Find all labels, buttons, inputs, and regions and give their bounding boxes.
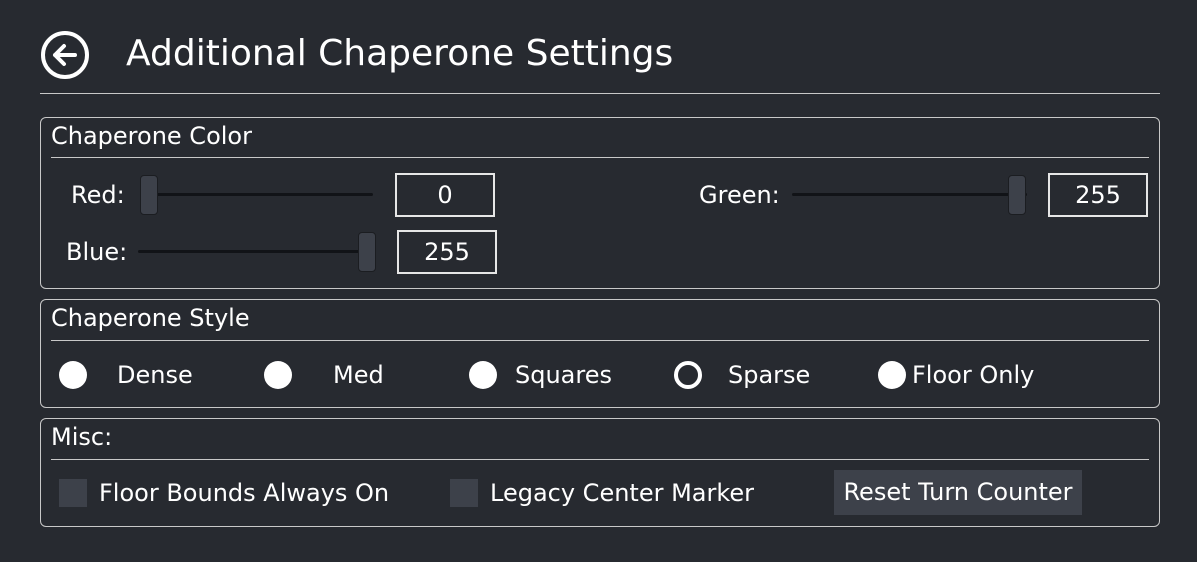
red-label: Red: <box>71 181 125 209</box>
style-option-dense[interactable]: Dense <box>59 360 199 390</box>
style-option-label: Floor Only <box>912 361 1035 389</box>
radio-button[interactable] <box>264 361 292 389</box>
green-slider-track[interactable] <box>792 193 1027 196</box>
radio-button[interactable] <box>674 361 702 389</box>
chaperone-style-group: Chaperone Style Dense Med Squares Sparse… <box>40 299 1160 408</box>
style-option-squares[interactable]: Squares <box>469 360 619 390</box>
style-option-sparse[interactable]: Sparse <box>674 360 814 390</box>
red-value-field[interactable]: 0 <box>395 173 495 217</box>
blue-slider-track[interactable] <box>138 250 374 253</box>
group-divider <box>51 157 1149 158</box>
style-option-label: Dense <box>117 361 193 389</box>
back-button[interactable] <box>40 30 90 80</box>
misc-group: Misc: Floor Bounds Always On Legacy Cent… <box>40 418 1160 527</box>
blue-value-field[interactable]: 255 <box>397 230 497 274</box>
checkbox-box[interactable] <box>59 479 87 507</box>
blue-label: Blue: <box>66 238 128 266</box>
radio-button[interactable] <box>469 361 497 389</box>
style-option-floor-only[interactable]: Floor Only <box>878 360 1038 390</box>
radio-button[interactable] <box>878 361 906 389</box>
header: Additional Chaperone Settings <box>0 0 1197 94</box>
style-option-label: Sparse <box>728 361 811 389</box>
floor-bounds-checkbox[interactable]: Floor Bounds Always On <box>59 478 399 508</box>
chaperone-color-group: Chaperone Color Red: 0 Green: 255 Blue: … <box>40 117 1160 289</box>
misc-title: Misc: <box>51 423 113 451</box>
radio-button[interactable] <box>59 361 87 389</box>
header-divider <box>40 93 1160 94</box>
blue-slider-handle[interactable] <box>358 232 376 272</box>
arrow-left-circle-icon <box>41 31 89 79</box>
group-divider <box>51 340 1149 341</box>
checkbox-box[interactable] <box>450 479 478 507</box>
green-value-field[interactable]: 255 <box>1048 173 1148 217</box>
chaperone-style-title: Chaperone Style <box>51 304 250 332</box>
green-slider-handle[interactable] <box>1008 175 1026 215</box>
reset-turn-counter-button[interactable]: Reset Turn Counter <box>834 470 1082 515</box>
chaperone-color-title: Chaperone Color <box>51 122 252 150</box>
red-slider-track[interactable] <box>141 193 373 196</box>
group-divider <box>51 459 1149 460</box>
style-option-label: Squares <box>515 361 612 389</box>
legacy-center-marker-label: Legacy Center Marker <box>490 479 755 507</box>
green-label: Green: <box>699 181 780 209</box>
style-option-label: Med <box>333 361 384 389</box>
legacy-center-marker-checkbox[interactable]: Legacy Center Marker <box>450 478 760 508</box>
floor-bounds-label: Floor Bounds Always On <box>99 479 390 507</box>
red-slider-handle[interactable] <box>140 175 158 215</box>
page-title: Additional Chaperone Settings <box>126 33 674 74</box>
style-option-med[interactable]: Med <box>264 360 404 390</box>
